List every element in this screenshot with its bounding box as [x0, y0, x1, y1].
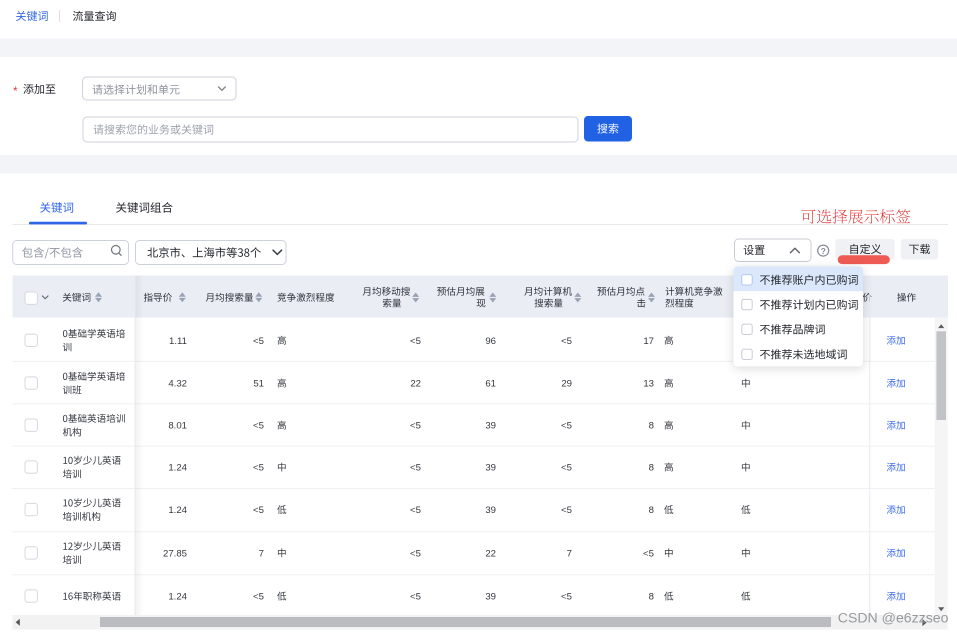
svg-text:13: 13	[643, 379, 654, 390]
svg-text:<5: <5	[561, 421, 572, 432]
svg-text:<5: <5	[561, 505, 572, 516]
svg-text:22: 22	[410, 379, 421, 390]
svg-text:7: 7	[259, 548, 264, 559]
svg-text:1.24: 1.24	[168, 592, 187, 603]
svg-text:39: 39	[485, 463, 496, 474]
svg-text:<5: <5	[253, 463, 264, 474]
svg-text:<5: <5	[643, 548, 654, 559]
svg-text:<5: <5	[410, 336, 421, 347]
svg-text:CSDN @e6zzseo: CSDN @e6zzseo	[838, 609, 949, 625]
svg-text:<5: <5	[561, 592, 572, 603]
svg-text:22: 22	[485, 548, 496, 559]
svg-text:17: 17	[643, 336, 654, 347]
svg-text:96: 96	[485, 336, 496, 347]
svg-text:1.24: 1.24	[168, 463, 187, 474]
svg-text:8: 8	[649, 463, 654, 474]
svg-text:<5: <5	[410, 463, 421, 474]
svg-text:4.32: 4.32	[168, 379, 187, 390]
svg-text:51: 51	[253, 379, 264, 390]
svg-text:<5: <5	[410, 548, 421, 559]
svg-text:7: 7	[567, 548, 572, 559]
svg-text:1.24: 1.24	[168, 505, 187, 516]
svg-text:<5: <5	[561, 336, 572, 347]
svg-text:<5: <5	[253, 592, 264, 603]
svg-text:8: 8	[649, 421, 654, 432]
svg-text:<5: <5	[253, 336, 264, 347]
svg-text:*: *	[13, 84, 18, 98]
svg-text:<5: <5	[253, 421, 264, 432]
svg-text:8: 8	[649, 592, 654, 603]
svg-text:61: 61	[485, 379, 496, 390]
svg-text:<5: <5	[410, 592, 421, 603]
svg-text:39: 39	[485, 505, 496, 516]
svg-text:29: 29	[561, 379, 572, 390]
svg-text:8.01: 8.01	[168, 421, 187, 432]
svg-text:<5: <5	[561, 463, 572, 474]
svg-text:39: 39	[485, 592, 496, 603]
svg-text:?: ?	[821, 246, 826, 256]
svg-text:<5: <5	[410, 421, 421, 432]
svg-text:27.85: 27.85	[163, 548, 187, 559]
svg-text:<5: <5	[410, 505, 421, 516]
svg-text:1.11: 1.11	[169, 336, 187, 347]
svg-text:8: 8	[649, 505, 654, 516]
svg-text:39: 39	[485, 421, 496, 432]
svg-text:<5: <5	[253, 505, 264, 516]
